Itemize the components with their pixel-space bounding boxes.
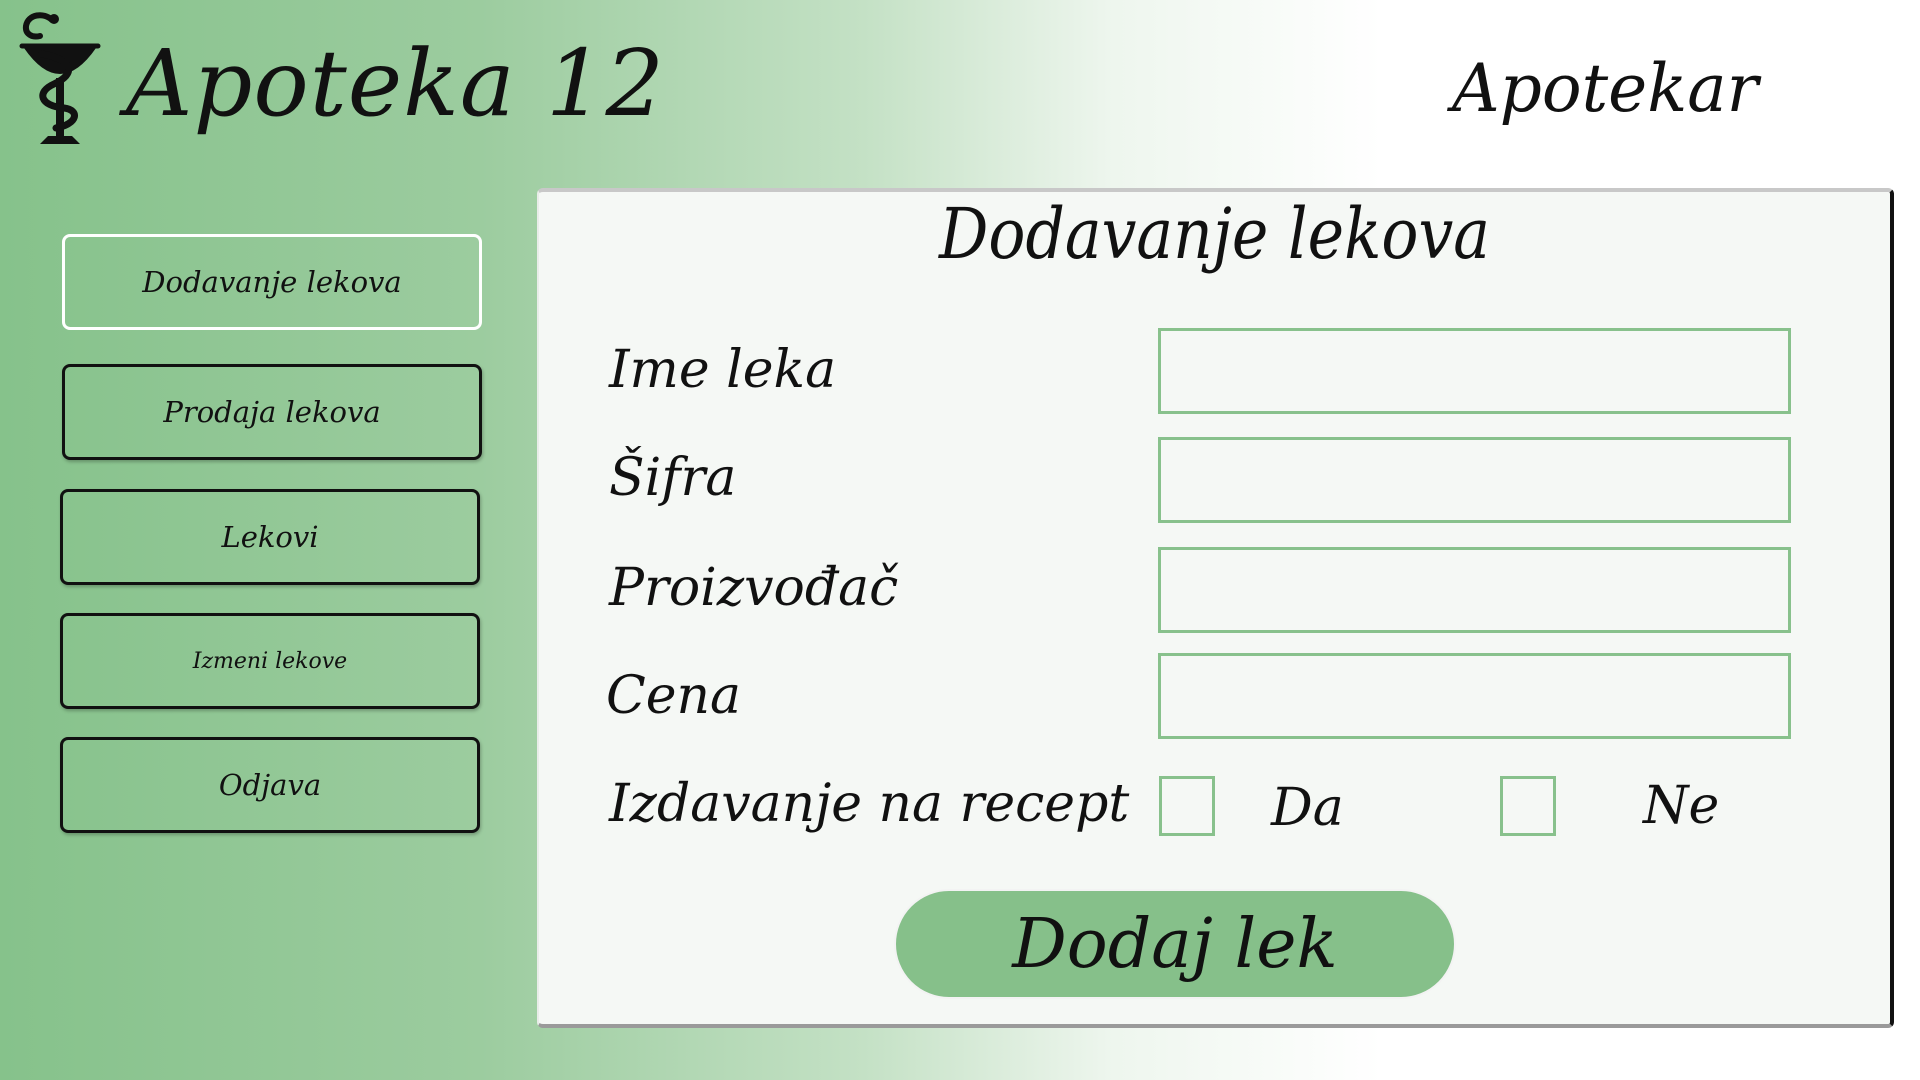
medicine-name-input[interactable]	[1158, 328, 1791, 414]
nav-izmeni-lekove-button[interactable]: Izmeni lekove	[60, 613, 480, 709]
medicine-name-label: Ime leka	[609, 340, 837, 400]
panel-title: Dodavanje lekova	[938, 193, 1491, 275]
add-medicine-panel: Dodavanje lekova Ime leka Šifra Proizvođ…	[537, 188, 1894, 1028]
bowl-of-hygieia-icon	[19, 12, 101, 144]
prescription-label: Izdavanje na recept	[609, 774, 1130, 834]
nav-odjava-button[interactable]: Odjava	[60, 737, 480, 833]
app-title: Apoteka 12	[126, 30, 666, 137]
prescription-yes-label: Da	[1271, 778, 1344, 838]
code-label: Šifra	[609, 448, 737, 508]
prescription-no-label: Ne	[1643, 776, 1720, 836]
nav-prodaja-lekova-button[interactable]: Prodaja lekova	[62, 364, 482, 460]
manufacturer-input[interactable]	[1158, 547, 1791, 633]
manufacturer-label: Proizvođač	[609, 558, 899, 618]
nav-dodavanje-lekova-button[interactable]: Dodavanje lekova	[62, 234, 482, 330]
add-medicine-button[interactable]: Dodaj lek	[894, 889, 1456, 999]
price-input[interactable]	[1158, 653, 1791, 739]
code-input[interactable]	[1158, 437, 1791, 523]
price-label: Cena	[606, 666, 742, 726]
prescription-yes-checkbox[interactable]	[1159, 776, 1215, 836]
prescription-no-checkbox[interactable]	[1500, 776, 1556, 836]
nav-lekovi-button[interactable]: Lekovi	[60, 489, 480, 585]
user-role: Apotekar	[1452, 50, 1759, 127]
